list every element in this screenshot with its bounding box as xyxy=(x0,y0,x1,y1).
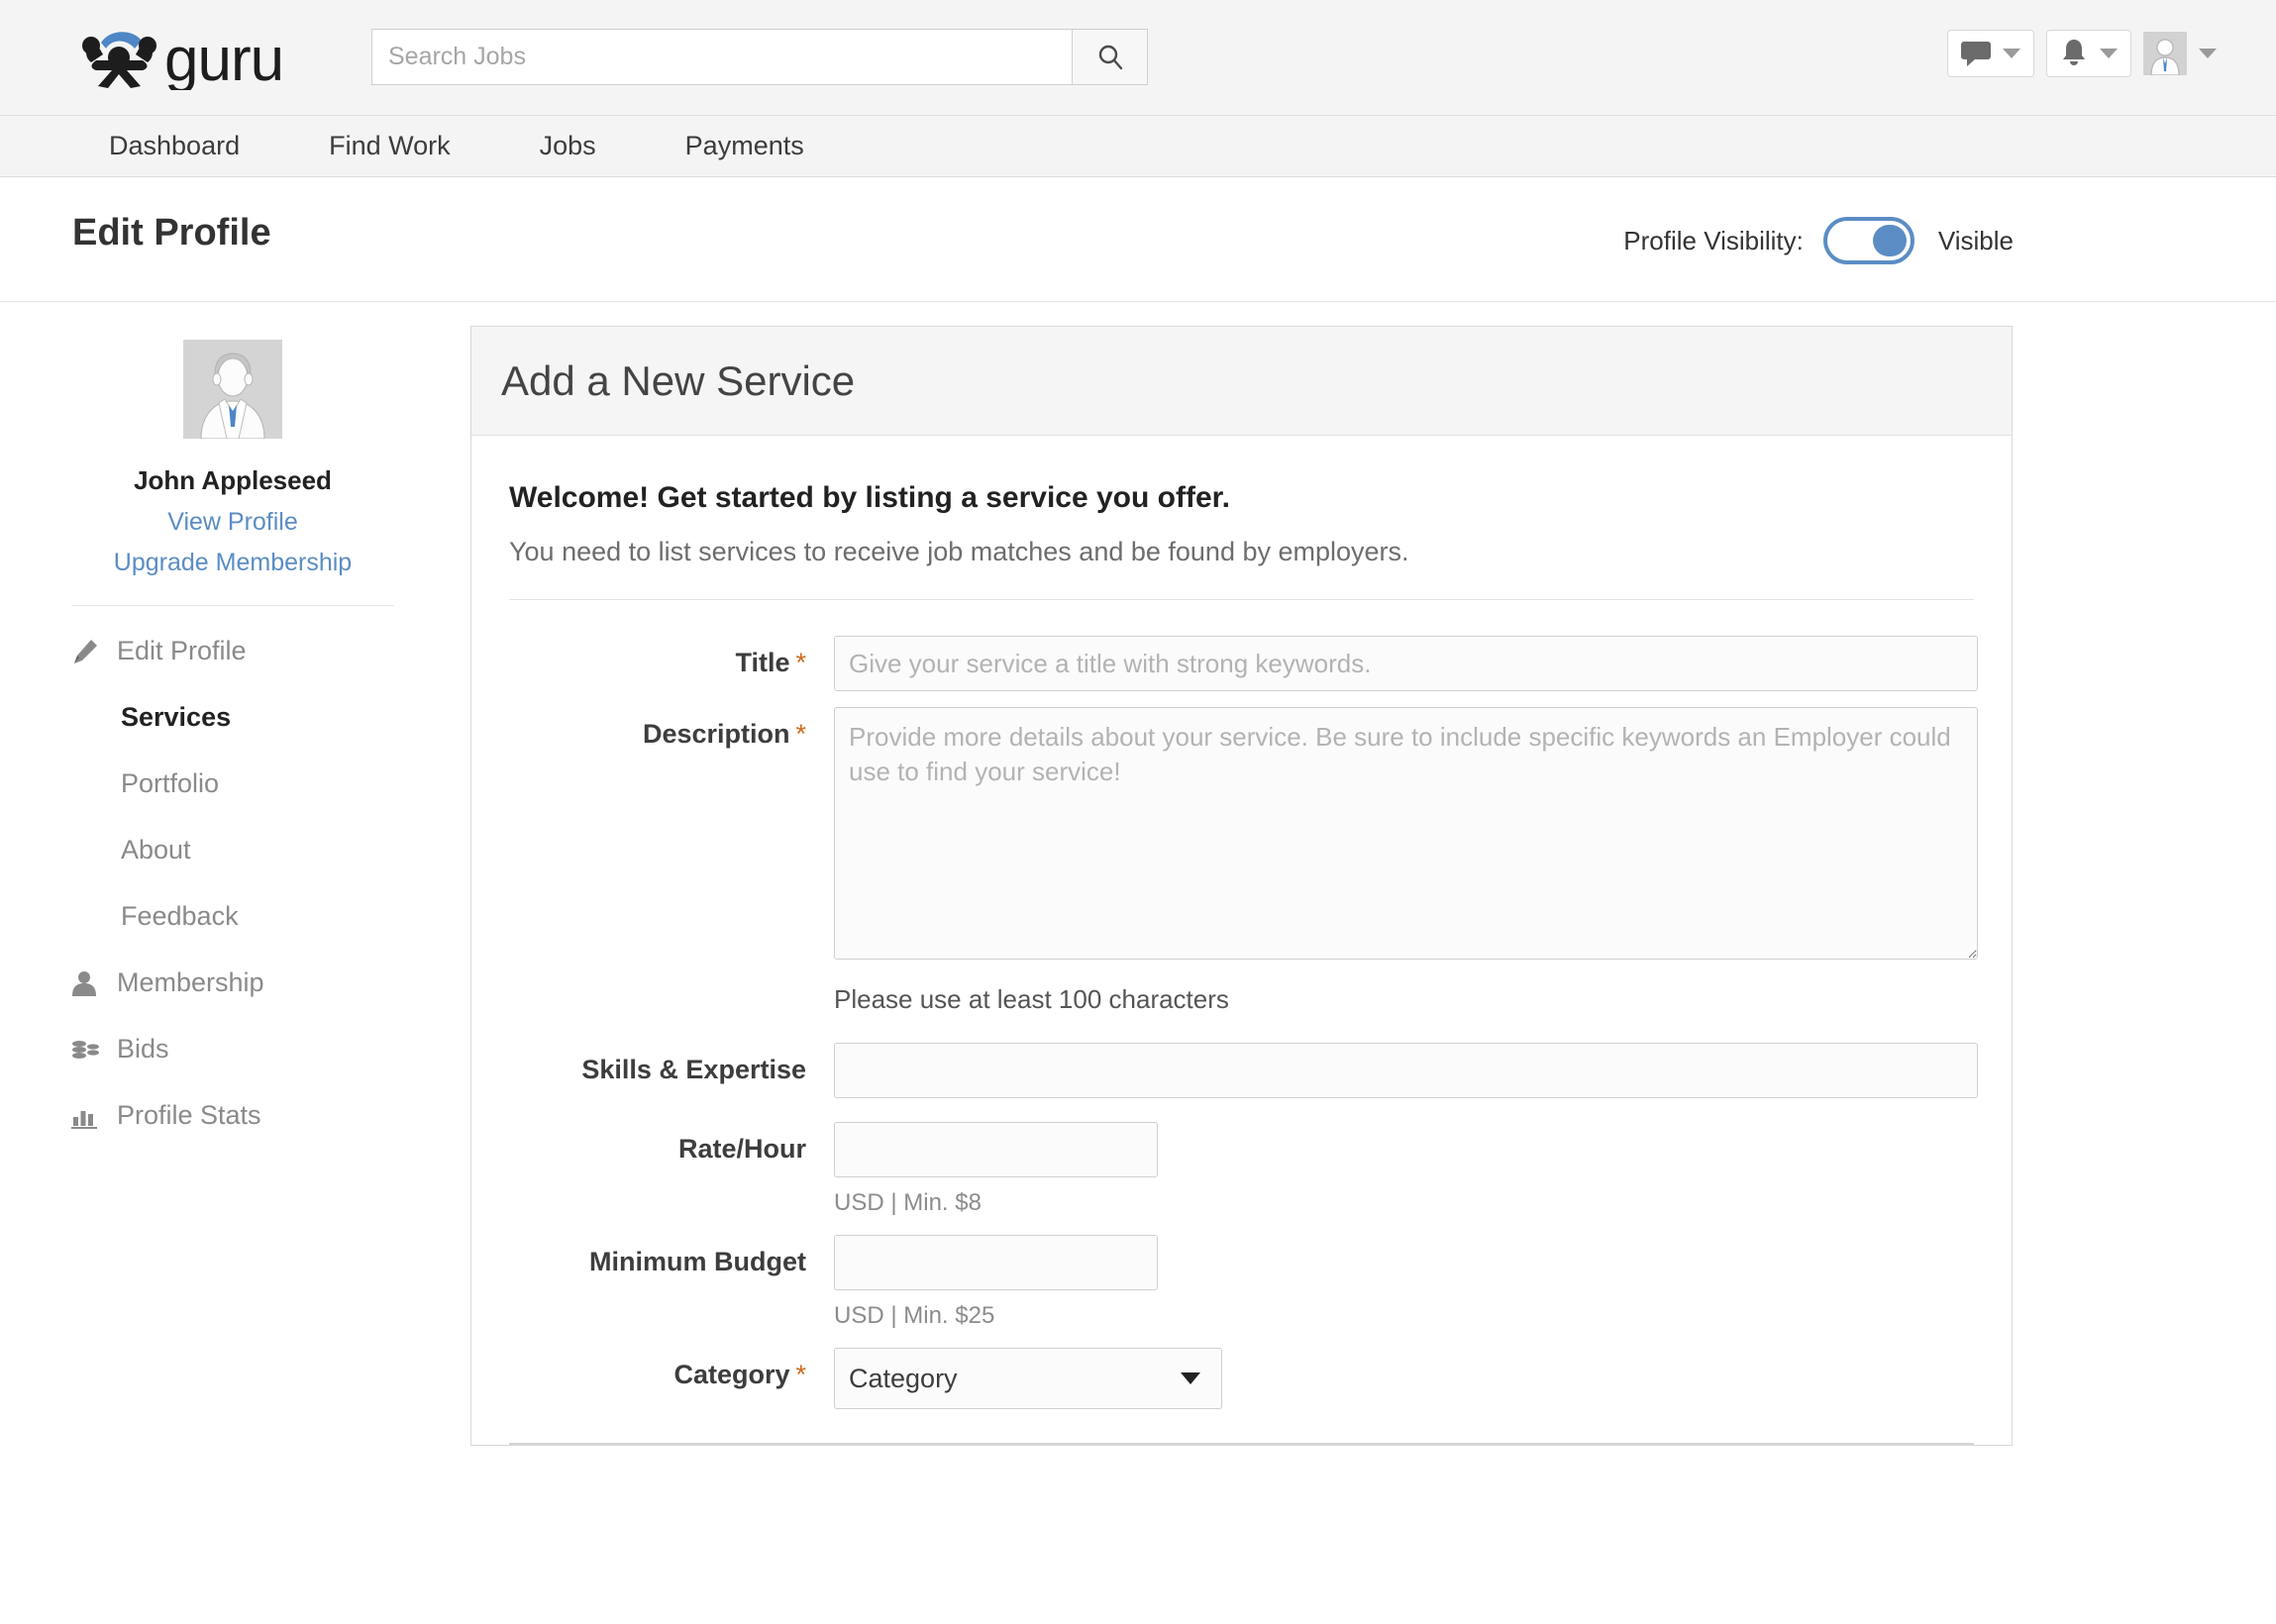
required-asterisk: * xyxy=(795,719,806,749)
nav-item-payments[interactable]: Payments xyxy=(685,131,804,161)
chat-bubble-icon xyxy=(1961,42,1991,66)
category-label: Category * xyxy=(509,1348,806,1390)
toggle-knob xyxy=(1872,225,1907,256)
sidebar-item-edit-profile[interactable]: Edit Profile xyxy=(71,636,466,666)
min-budget-input[interactable] xyxy=(834,1235,1158,1290)
chevron-down-icon xyxy=(2003,49,2020,58)
add-service-panel: Add a New Service Welcome! Get started b… xyxy=(470,326,2013,1446)
sidebar-item-label: Membership xyxy=(117,967,264,997)
profile-visibility-label: Profile Visibility: xyxy=(1623,225,1804,255)
skills-label: Skills & Expertise xyxy=(581,1055,806,1084)
welcome-subtext: You need to list services to receive job… xyxy=(509,537,1409,566)
coins-icon xyxy=(71,1039,105,1061)
rate-input[interactable] xyxy=(834,1122,1158,1177)
chevron-down-icon xyxy=(2100,49,2118,58)
required-asterisk: * xyxy=(795,1360,806,1389)
category-select-wrap: Category xyxy=(834,1348,1222,1409)
sidebar-item-label: Profile Stats xyxy=(117,1100,261,1130)
sidebar-item-label: Edit Profile xyxy=(117,636,247,665)
upgrade-membership-link[interactable]: Upgrade Membership xyxy=(0,549,466,577)
form-row-skills: Skills & Expertise xyxy=(509,1043,1978,1098)
profile-visibility-control: Profile Visibility: Visible xyxy=(1623,217,2014,264)
account-menu[interactable] xyxy=(2143,32,2217,75)
title-input[interactable] xyxy=(834,636,1978,691)
search-input[interactable] xyxy=(371,29,1072,85)
rate-hint: USD | Min. $8 xyxy=(834,1189,982,1216)
add-service-form: Title* Description* Please use at least … xyxy=(509,600,1978,1409)
svg-text:guru: guru xyxy=(164,26,283,90)
required-asterisk: * xyxy=(795,648,806,677)
description-textarea[interactable] xyxy=(834,707,1978,960)
sidebar-user-name: John Appleseed xyxy=(134,465,332,495)
title-field-col xyxy=(806,636,1978,691)
title-label-text: Title xyxy=(735,648,790,677)
description-label-text: Description xyxy=(642,719,790,749)
category-label-text: Category xyxy=(673,1360,790,1389)
skills-input[interactable] xyxy=(834,1043,1978,1098)
nav-item-dashboard[interactable]: Dashboard xyxy=(109,131,240,161)
avatar-icon[interactable] xyxy=(183,340,282,439)
view-profile-link[interactable]: View Profile xyxy=(0,508,466,537)
form-row-min-budget: Minimum Budget USD | Min. $25 xyxy=(509,1235,1974,1330)
top-bar: guru xyxy=(0,0,2276,116)
pencil-icon xyxy=(71,638,105,665)
description-hint: Please use at least 100 characters xyxy=(834,984,1229,1014)
description-field-col: Please use at least 100 characters xyxy=(806,707,1978,1015)
sidebar-item-membership[interactable]: Membership xyxy=(71,967,466,998)
page-title: Edit Profile xyxy=(72,212,271,254)
sidebar-item-portfolio[interactable]: Portfolio xyxy=(71,768,466,799)
panel-body: Welcome! Get started by listing a servic… xyxy=(471,436,2012,1409)
form-row-category: Category * Category xyxy=(509,1348,1974,1409)
main-navigation: Dashboard Find Work Jobs Payments xyxy=(0,116,2276,177)
panel-title: Add a New Service xyxy=(501,356,856,404)
search-icon xyxy=(1098,45,1122,69)
title-label: Title * xyxy=(509,636,806,678)
form-row-title: Title * xyxy=(509,636,1978,691)
nav-item-jobs[interactable]: Jobs xyxy=(540,131,596,161)
sidebar-item-about[interactable]: About xyxy=(71,835,466,865)
profile-sidebar: John Appleseed View Profile Upgrade Memb… xyxy=(0,302,466,1167)
sidebar-avatar-wrap xyxy=(0,340,466,444)
top-right-actions xyxy=(1947,30,2217,77)
form-row-rate: Rate/Hour USD | Min. $8 xyxy=(509,1122,1974,1217)
form-row-description: Description* Please use at least 100 cha… xyxy=(509,707,1978,1015)
profile-visibility-state: Visible xyxy=(1937,225,2014,255)
description-label: Description * xyxy=(509,707,806,750)
profile-visibility-toggle[interactable] xyxy=(1822,217,1914,264)
min-budget-label: Minimum Budget xyxy=(589,1247,806,1276)
sidebar-item-bids[interactable]: Bids xyxy=(71,1034,466,1065)
rate-field-col: USD | Min. $8 xyxy=(806,1122,1974,1217)
chevron-down-icon xyxy=(2199,49,2217,58)
sidebar-menu: Edit Profile Services Portfolio About Fe… xyxy=(0,636,466,1131)
messages-button[interactable] xyxy=(1947,30,2034,77)
sidebar-divider xyxy=(71,605,394,606)
person-icon xyxy=(71,970,105,996)
bell-icon xyxy=(2063,40,2085,65)
min-budget-field-col: USD | Min. $25 xyxy=(806,1235,1974,1330)
rate-label: Rate/Hour xyxy=(677,1134,806,1164)
notifications-button[interactable] xyxy=(2046,30,2131,77)
sidebar-item-label: Bids xyxy=(117,1034,169,1064)
search-button[interactable] xyxy=(1072,29,1148,85)
form-bottom-divider xyxy=(509,1443,1974,1445)
min-budget-hint: USD | Min. $25 xyxy=(834,1302,995,1329)
category-select[interactable]: Category xyxy=(834,1348,1222,1409)
sidebar-item-profile-stats[interactable]: Profile Stats xyxy=(71,1100,466,1131)
nav-item-find-work[interactable]: Find Work xyxy=(329,131,451,161)
page-content: John Appleseed View Profile Upgrade Memb… xyxy=(0,302,2276,1623)
guru-logo[interactable]: guru xyxy=(65,22,325,93)
sidebar-item-services[interactable]: Services xyxy=(71,702,466,733)
avatar-icon xyxy=(2143,32,2187,75)
panel-header: Add a New Service xyxy=(471,327,2012,436)
page-header: Edit Profile Profile Visibility: Visible xyxy=(0,177,2276,302)
skills-field-col xyxy=(806,1043,1978,1098)
category-field-col: Category xyxy=(806,1348,1974,1409)
bar-chart-icon xyxy=(71,1103,105,1129)
sidebar-item-feedback[interactable]: Feedback xyxy=(71,901,466,932)
search-bar xyxy=(371,29,1148,85)
welcome-heading: Welcome! Get started by listing a servic… xyxy=(509,481,1231,514)
